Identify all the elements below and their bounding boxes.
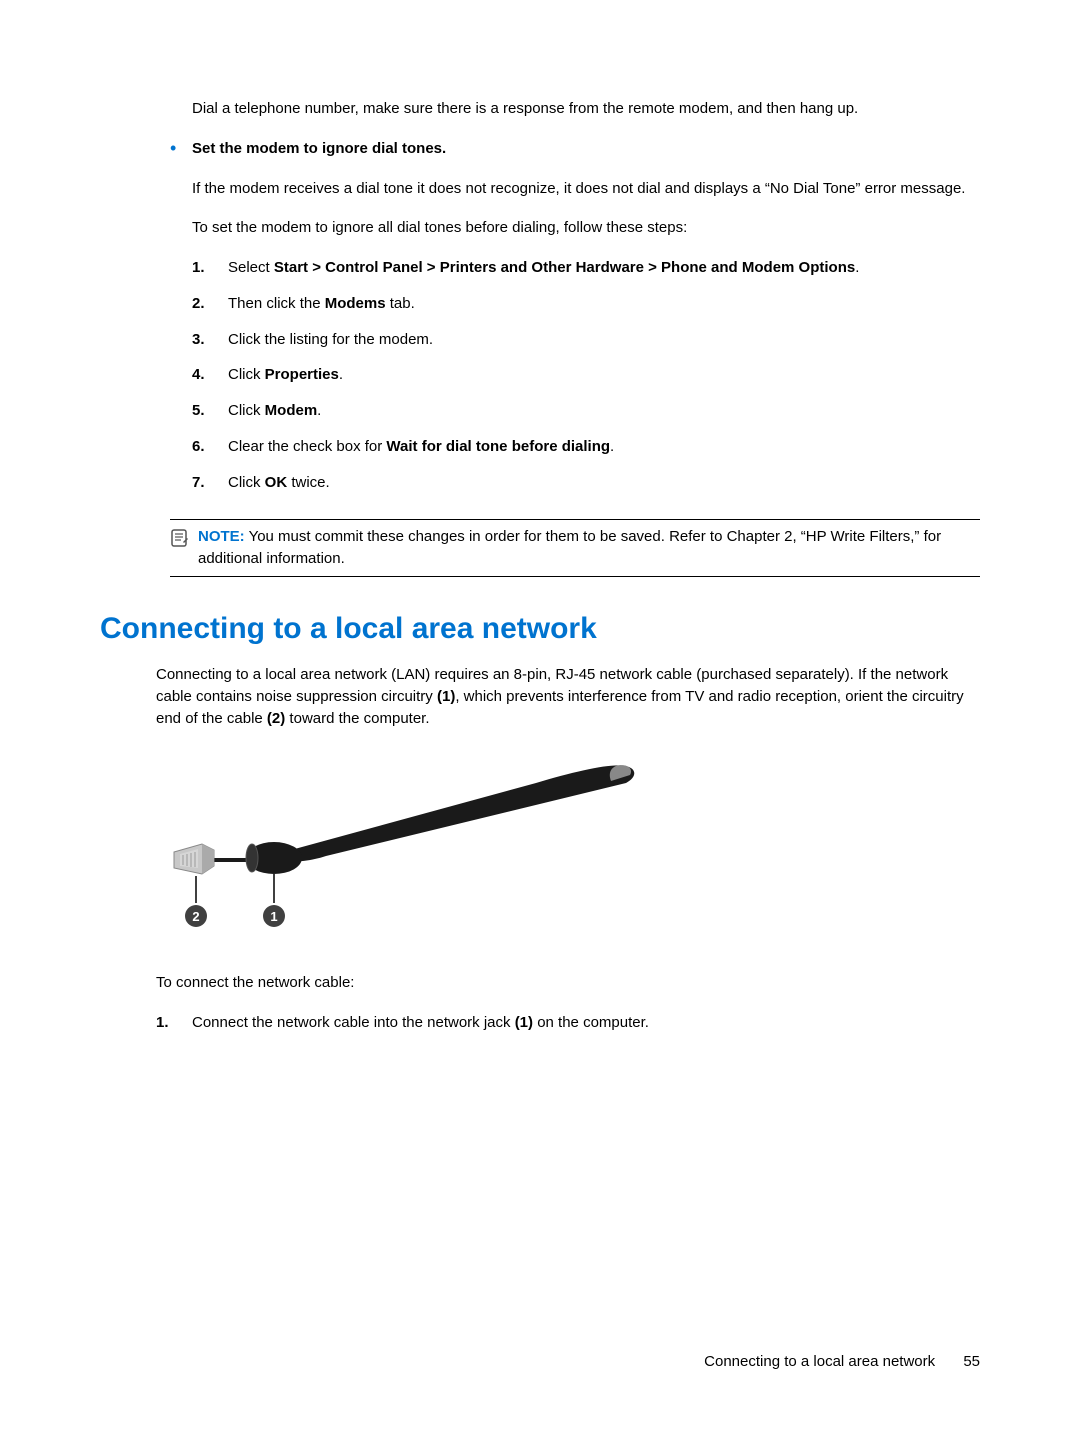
step-7: 7. Click OK twice.: [192, 472, 980, 494]
step-num: 4.: [192, 364, 228, 386]
step-body: Select Start > Control Panel > Printers …: [228, 257, 980, 279]
note-text: NOTE: You must commit these changes in o…: [198, 526, 980, 570]
step-body: Click Properties.: [228, 364, 980, 386]
modem-section: Dial a telephone number, make sure there…: [192, 98, 980, 507]
page-footer: Connecting to a local area network 55: [704, 1351, 980, 1373]
callout-2: 2: [192, 909, 199, 924]
step-body: Click the listing for the modem.: [228, 329, 980, 351]
step-2: 2. Then click the Modems tab.: [192, 293, 980, 315]
footer-page-number: 55: [963, 1353, 980, 1370]
step-num: 7.: [192, 472, 228, 494]
lan-paragraph-2: To connect the network cable:: [156, 972, 980, 994]
network-cable-figure: 1 2: [156, 748, 980, 955]
bullet-para-1: If the modem receives a dial tone it doe…: [192, 178, 980, 200]
step-num: 1.: [192, 257, 228, 279]
note-label: NOTE:: [198, 528, 245, 545]
step-6: 6. Clear the check box for Wait for dial…: [192, 436, 980, 458]
bullet-dot-icon: •: [170, 138, 192, 508]
bullet-para-2: To set the modem to ignore all dial tone…: [192, 217, 980, 239]
callout-1: 1: [270, 909, 277, 924]
step-num: 2.: [192, 293, 228, 315]
note-box: NOTE: You must commit these changes in o…: [170, 519, 980, 577]
lan-heading: Connecting to a local area network: [100, 607, 980, 651]
step-1: 1. Select Start > Control Panel > Printe…: [192, 257, 980, 279]
step-num: 6.: [192, 436, 228, 458]
step-body: Click Modem.: [228, 400, 980, 422]
lan-body: Connecting to a local area network (LAN)…: [156, 664, 980, 1034]
step-num: 5.: [192, 400, 228, 422]
step-body: Then click the Modems tab.: [228, 293, 980, 315]
step-body: Connect the network cable into the netwo…: [192, 1012, 980, 1034]
lan-paragraph-1: Connecting to a local area network (LAN)…: [156, 664, 980, 729]
step-4: 4. Click Properties.: [192, 364, 980, 386]
bullet-title: Set the modem to ignore dial tones.: [192, 138, 980, 160]
lan-step-1: 1. Connect the network cable into the ne…: [156, 1012, 980, 1034]
ignore-dial-tones-bullet: • Set the modem to ignore dial tones. If…: [170, 138, 980, 508]
step-num: 1.: [156, 1012, 192, 1034]
note-icon: [170, 526, 198, 570]
step-num: 3.: [192, 329, 228, 351]
step-3: 3. Click the listing for the modem.: [192, 329, 980, 351]
footer-title: Connecting to a local area network: [704, 1353, 935, 1370]
step-5: 5. Click Modem.: [192, 400, 980, 422]
step-body: Clear the check box for Wait for dial to…: [228, 436, 980, 458]
dial-paragraph: Dial a telephone number, make sure there…: [192, 98, 980, 120]
step-body: Click OK twice.: [228, 472, 980, 494]
